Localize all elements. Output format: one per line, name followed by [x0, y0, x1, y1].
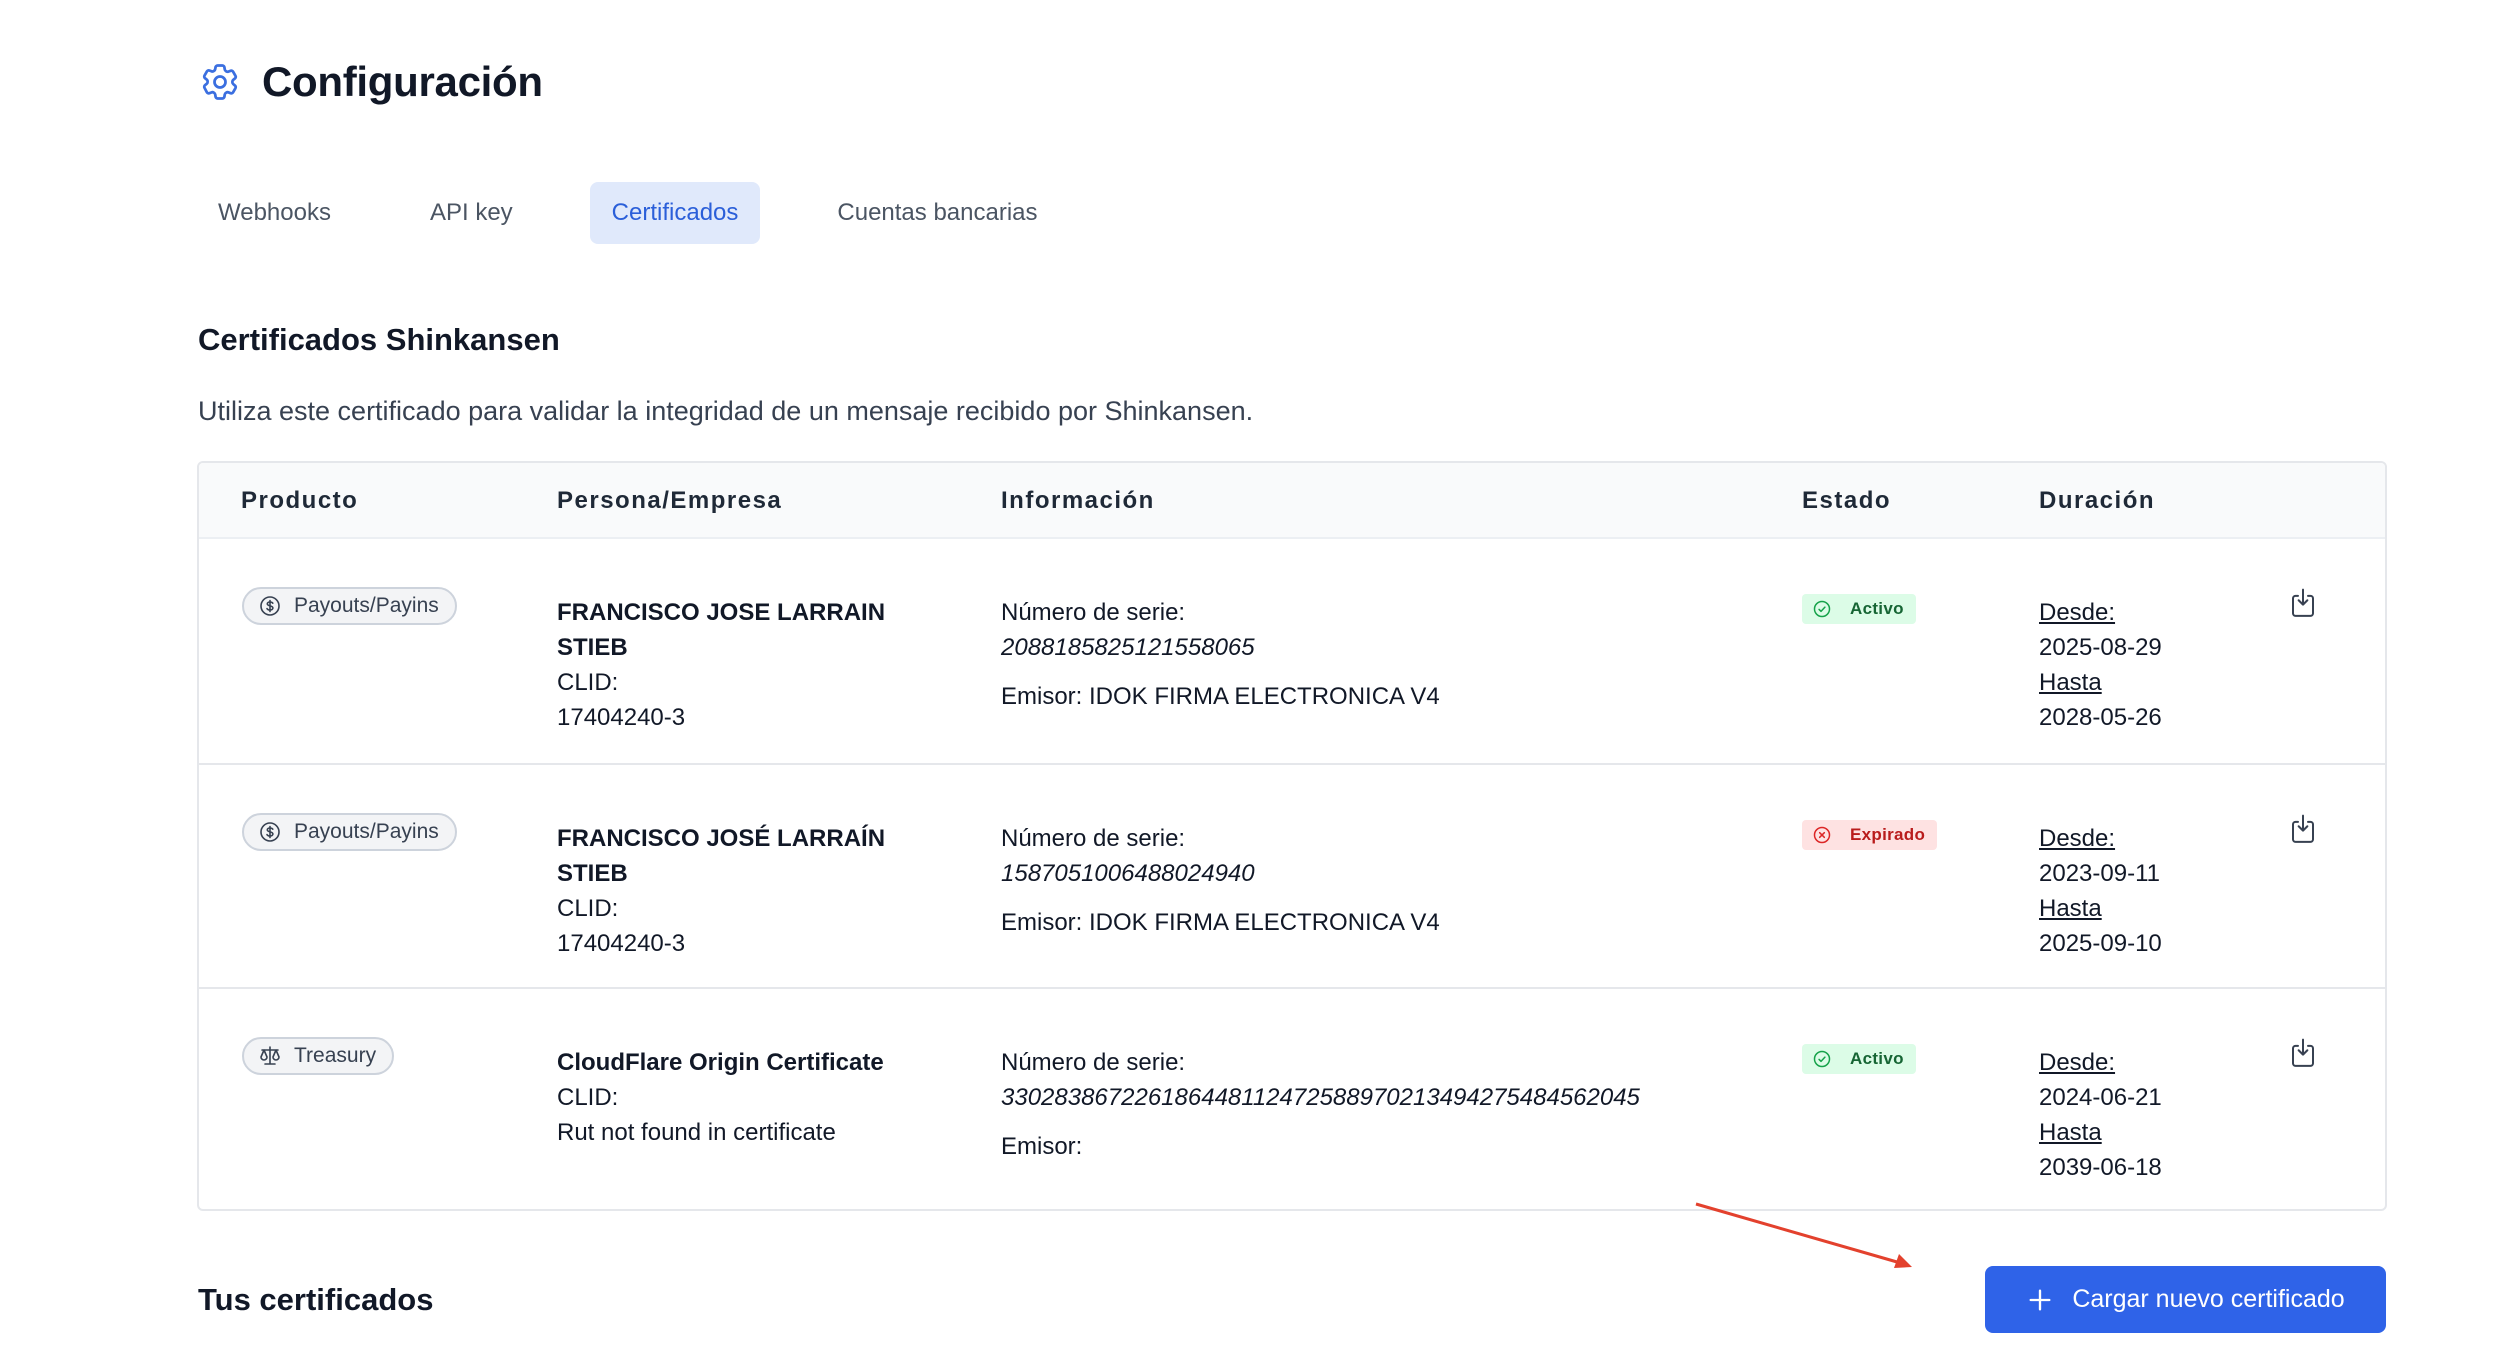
- table-row: Payouts/Payins FRANCISCO JOSE LARRAIN ST…: [199, 539, 2385, 763]
- download-icon[interactable]: [2288, 813, 2318, 847]
- upload-certificate-label: Cargar nuevo certificado: [2072, 1285, 2345, 1313]
- section-title-tus-certificados: Tus certificados: [198, 1282, 434, 1317]
- duration-cell: Desde: 2023-09-11 Hasta 2025-09-10: [2039, 821, 2162, 961]
- from-date: 2024-06-21: [2039, 1084, 2162, 1111]
- person-name: FRANCISCO JOSÉ LARRAÍN STIEB: [557, 825, 886, 887]
- person-cell: CloudFlare Origin Certificate CLID: Rut …: [557, 1045, 977, 1150]
- to-label: Hasta: [2039, 669, 2102, 696]
- product-label: Payouts/Payins: [294, 820, 439, 843]
- page-title: Configuración: [262, 58, 543, 105]
- section-description: Utiliza este certificado para validar la…: [198, 396, 1254, 426]
- issuer: Emisor:: [1001, 1133, 1083, 1160]
- dollar-circle-icon: [260, 596, 280, 616]
- to-label: Hasta: [2039, 1119, 2102, 1146]
- tab-api-key[interactable]: API key: [408, 182, 535, 244]
- status-label: Expirado: [1850, 825, 1926, 844]
- info-cell: Número de serie: 33028386722618644811247…: [1001, 1045, 1640, 1164]
- status-label: Activo: [1850, 1049, 1904, 1068]
- info-cell: Número de serie: 1587051006488024940 Emi…: [1001, 821, 1440, 940]
- table-header: Producto Persona/Empresa Información Est…: [199, 463, 2385, 539]
- column-header-duracion: Duración: [2039, 487, 2156, 514]
- status-badge: Activo: [1802, 594, 1916, 624]
- clid-value: Rut not found in certificate: [557, 1119, 836, 1146]
- download-icon[interactable]: [2288, 1037, 2318, 1071]
- from-date: 2025-08-29: [2039, 634, 2162, 661]
- from-label: Desde:: [2039, 1049, 2116, 1076]
- from-date: 2023-09-11: [2039, 860, 2160, 887]
- to-date: 2039-06-18: [2039, 1154, 2162, 1181]
- serial-number: 2088185825121558065: [1001, 634, 1255, 661]
- product-tag: Payouts/Payins: [242, 813, 457, 851]
- annotation-arrow: [1695, 1202, 1912, 1268]
- tab-cuentas-bancarias[interactable]: Cuentas bancarias: [815, 182, 1059, 244]
- duration-cell: Desde: 2025-08-29 Hasta 2028-05-26: [2039, 595, 2162, 735]
- to-date: 2028-05-26: [2039, 704, 2162, 731]
- serial-number: 1587051006488024940: [1001, 860, 1255, 887]
- column-header-estado: Estado: [1802, 487, 1892, 514]
- settings-tabs: Webhooks API key Certificados Cuentas ba…: [196, 182, 1115, 244]
- person-name: CloudFlare Origin Certificate: [557, 1049, 884, 1076]
- download-icon[interactable]: [2288, 587, 2318, 621]
- issuer: Emisor: IDOK FIRMA ELECTRONICA V4: [1001, 909, 1440, 936]
- serial-label: Número de serie:: [1001, 599, 1186, 626]
- column-header-producto: Producto: [241, 487, 359, 514]
- status-label: Activo: [1850, 599, 1904, 618]
- dollar-circle-icon: [260, 822, 280, 842]
- plus-icon: [2029, 1289, 2051, 1310]
- duration-cell: Desde: 2024-06-21 Hasta 2039-06-18: [2039, 1045, 2162, 1185]
- page-header: Configuración: [198, 58, 543, 106]
- check-circle-icon: [1813, 600, 1831, 618]
- status-badge: Activo: [1802, 1044, 1916, 1074]
- table-row: Treasury CloudFlare Origin Certificate C…: [199, 987, 2385, 1209]
- gear-icon: [202, 64, 238, 100]
- serial-label: Número de serie:: [1001, 1049, 1186, 1076]
- clid-label: CLID:: [557, 669, 619, 696]
- upload-certificate-button[interactable]: Cargar nuevo certificado: [1985, 1266, 2386, 1333]
- to-date: 2025-09-10: [2039, 930, 2162, 957]
- info-cell: Número de serie: 2088185825121558065 Emi…: [1001, 595, 1440, 714]
- clid-value: 17404240-3: [557, 930, 686, 957]
- check-circle-icon: [1813, 1050, 1831, 1068]
- product-tag: Treasury: [242, 1037, 395, 1075]
- serial-number: 3302838672261864481124725889702134942754…: [1001, 1084, 1640, 1111]
- serial-label: Número de serie:: [1001, 825, 1186, 852]
- scale-icon: [260, 1046, 280, 1065]
- clid-label: CLID:: [557, 895, 619, 922]
- product-label: Payouts/Payins: [294, 594, 439, 617]
- tab-webhooks[interactable]: Webhooks: [196, 182, 353, 244]
- from-label: Desde:: [2039, 825, 2116, 852]
- x-circle-icon: [1813, 826, 1831, 844]
- person-name: FRANCISCO JOSE LARRAIN STIEB: [557, 599, 886, 661]
- issuer: Emisor: IDOK FIRMA ELECTRONICA V4: [1001, 683, 1440, 710]
- certificates-table: Producto Persona/Empresa Información Est…: [197, 461, 2387, 1211]
- product-tag: Payouts/Payins: [242, 587, 457, 625]
- person-cell: FRANCISCO JOSE LARRAIN STIEB CLID: 17404…: [557, 595, 957, 735]
- from-label: Desde:: [2039, 599, 2116, 626]
- person-cell: FRANCISCO JOSÉ LARRAÍN STIEB CLID: 17404…: [557, 821, 957, 961]
- clid-label: CLID:: [557, 1084, 619, 1111]
- tab-certificados[interactable]: Certificados: [589, 182, 761, 244]
- clid-value: 17404240-3: [557, 704, 686, 731]
- section-title-shinkansen: Certificados Shinkansen: [198, 322, 560, 357]
- table-row: Payouts/Payins FRANCISCO JOSÉ LARRAÍN ST…: [199, 763, 2385, 987]
- to-label: Hasta: [2039, 895, 2102, 922]
- column-header-persona: Persona/Empresa: [557, 487, 783, 514]
- status-badge: Expirado: [1802, 820, 1938, 850]
- product-label: Treasury: [294, 1044, 377, 1067]
- column-header-informacion: Información: [1001, 487, 1155, 514]
